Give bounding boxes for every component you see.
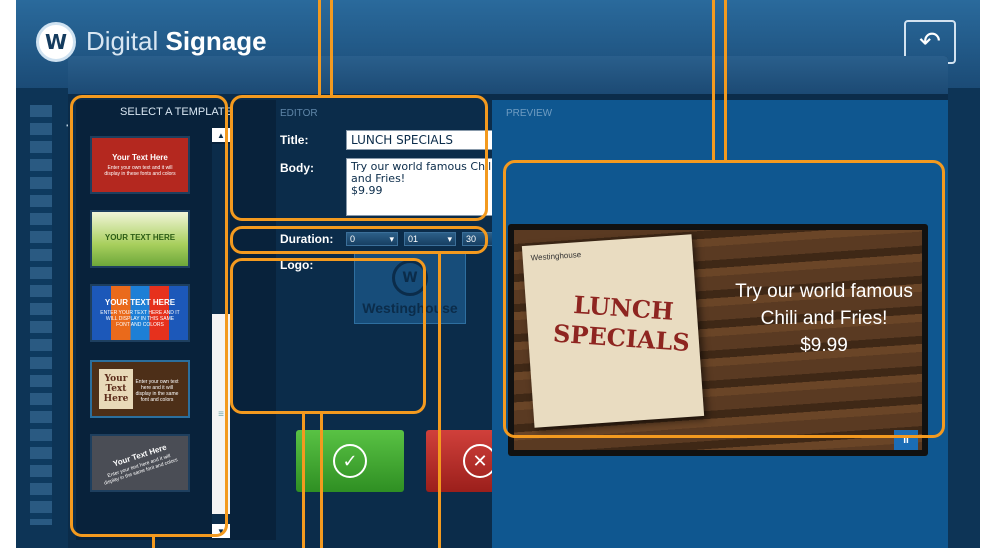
confirm-button[interactable]: ✓ bbox=[296, 430, 404, 492]
preview-label: PREVIEW bbox=[506, 108, 553, 119]
callout-line bbox=[712, 0, 715, 162]
callout-line bbox=[724, 0, 727, 162]
callout-duration bbox=[230, 226, 488, 254]
back-arrow-icon: ↶ bbox=[919, 27, 941, 57]
app-title: Digital Signage bbox=[86, 26, 267, 56]
callout-line bbox=[318, 0, 321, 96]
callout-logo bbox=[230, 258, 426, 414]
callout-template-list bbox=[70, 95, 228, 537]
callout-line bbox=[438, 254, 441, 548]
callout-line bbox=[152, 536, 155, 548]
callout-preview bbox=[503, 160, 945, 438]
background-dots bbox=[30, 105, 52, 525]
callout-line bbox=[330, 0, 333, 96]
callout-editor-fields bbox=[230, 95, 488, 221]
callout-line bbox=[320, 412, 323, 548]
dialog-header bbox=[68, 56, 948, 94]
check-icon: ✓ bbox=[333, 444, 367, 478]
callout-line bbox=[302, 412, 305, 548]
